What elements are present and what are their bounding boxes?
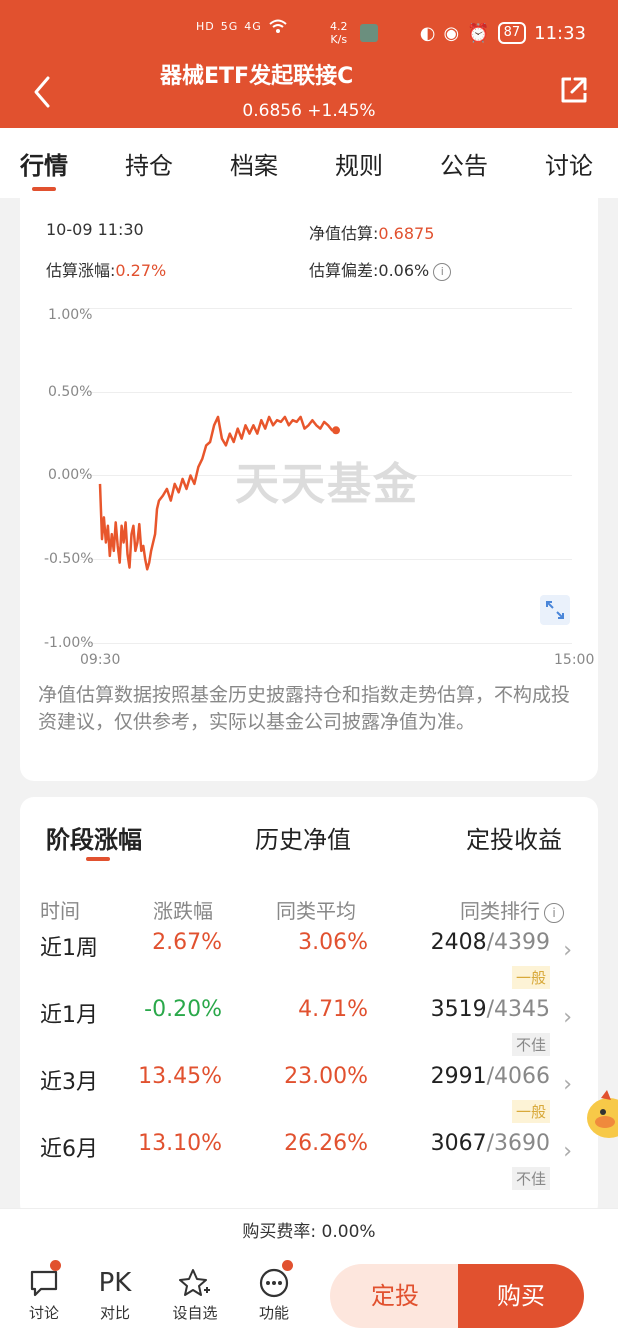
rank-badge: 不佳: [511, 1033, 550, 1056]
rank-badge: 一般: [511, 966, 550, 989]
tab-period-return[interactable]: 阶段涨幅: [46, 820, 142, 855]
row-rank: 3067/3690: [430, 1131, 550, 1156]
rank-badge: 不佳: [511, 1167, 550, 1190]
notification-dot: [50, 1260, 61, 1271]
header-change: 涨跌幅: [153, 899, 213, 923]
row-rank: 2408/4399: [430, 930, 550, 955]
header-period: 时间: [40, 899, 80, 923]
table-row[interactable]: 近1月 -0.20% 4.71% 3519/4345 不佳 ›: [20, 997, 598, 1063]
header-avg: 同类平均: [276, 899, 356, 923]
expand-chart-icon[interactable]: [540, 595, 570, 625]
mascot-float-icon[interactable]: [583, 1088, 618, 1144]
estimate-disclaimer: 净值估算数据按照基金历史披露持仓和指数走势估算，不构成投资建议，仅供参考，实际以…: [38, 684, 571, 733]
chat-icon: [14, 1264, 74, 1302]
bottom-discuss[interactable]: 讨论: [14, 1260, 74, 1323]
tab-auto-invest-return[interactable]: 定投收益: [466, 820, 562, 855]
table-row[interactable]: 近1周 2.67% 3.06% 2408/4399 一般 ›: [20, 930, 598, 996]
row-rank: 3519/4345: [430, 997, 550, 1022]
more-icon: [244, 1264, 304, 1302]
row-period: 近3月: [40, 1070, 98, 1095]
notification-dot: [282, 1260, 293, 1271]
row-period: 近1周: [40, 936, 98, 961]
bottom-functions[interactable]: 功能: [244, 1260, 304, 1323]
row-avg: 23.00%: [284, 1064, 368, 1089]
last-point-marker: [332, 426, 340, 435]
row-avg: 26.26%: [284, 1131, 368, 1156]
auto-invest-button[interactable]: 定投: [330, 1264, 460, 1328]
bottom-add-watchlist[interactable]: 设自选: [165, 1264, 225, 1323]
row-change: -0.20%: [144, 997, 222, 1022]
chevron-right-icon: ›: [563, 938, 572, 963]
row-avg: 3.06%: [298, 930, 368, 955]
row-change: 13.10%: [138, 1131, 222, 1156]
purchase-fee: 购买费率: 0.00%: [0, 1208, 618, 1255]
buy-button[interactable]: 购买: [458, 1264, 584, 1328]
row-period: 近1月: [40, 1003, 98, 1028]
tab-history-nav[interactable]: 历史净值: [255, 820, 351, 855]
pk-icon: PK: [98, 1268, 132, 1298]
bottom-compare[interactable]: PK 对比: [85, 1264, 145, 1323]
row-period: 近6月: [40, 1137, 98, 1162]
chevron-right-icon: ›: [563, 1005, 572, 1030]
header-rank: 同类排行 i: [460, 895, 564, 924]
rank-badge: 一般: [511, 1100, 550, 1123]
active-section-indicator: [86, 857, 110, 861]
row-avg: 4.71%: [298, 997, 368, 1022]
table-row[interactable]: 近3月 13.45% 23.00% 2991/4066 一般 ›: [20, 1064, 598, 1130]
row-change: 13.45%: [138, 1064, 222, 1089]
info-icon[interactable]: i: [544, 902, 564, 923]
chevron-right-icon: ›: [563, 1072, 572, 1097]
series-line: [98, 415, 336, 571]
row-rank: 2991/4066: [430, 1064, 550, 1089]
table-row[interactable]: 近6月 13.10% 26.26% 3067/3690 不佳 ›: [20, 1131, 598, 1197]
row-change: 2.67%: [152, 930, 222, 955]
star-plus-icon: [165, 1264, 225, 1302]
chevron-right-icon: ›: [563, 1139, 572, 1164]
intraday-chart: [98, 415, 340, 571]
bottom-bar: 讨论 PK 对比 设自选 功能 定投 购买: [0, 1254, 618, 1338]
